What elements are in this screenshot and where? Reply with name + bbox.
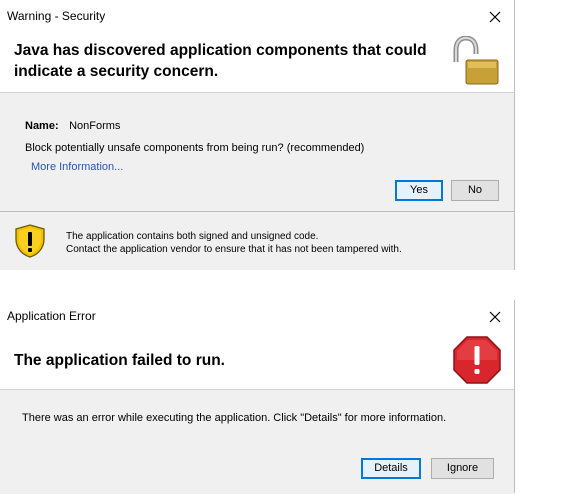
security-dialog-titlebar[interactable]: Warning - Security bbox=[0, 0, 514, 34]
name-row: Name: NonForms bbox=[25, 116, 120, 134]
close-icon[interactable] bbox=[484, 6, 506, 28]
more-information-link[interactable]: More Information... bbox=[31, 161, 123, 173]
details-button[interactable]: Details bbox=[361, 458, 421, 479]
security-warning-dialog: Warning - Security Java has discovered a… bbox=[0, 0, 515, 270]
error-dialog-header: The application failed to run. bbox=[0, 334, 514, 389]
error-dialog-title: Application Error bbox=[7, 309, 96, 323]
open-padlock-icon bbox=[448, 35, 502, 91]
security-dialog-footer: The application contains both signed and… bbox=[0, 211, 514, 270]
name-label: Name: bbox=[25, 120, 59, 132]
footer-line2: Contact the application vendor to ensure… bbox=[66, 244, 402, 255]
warning-shield-icon bbox=[14, 224, 46, 263]
error-headline: The application failed to run. bbox=[14, 352, 225, 369]
ignore-button[interactable]: Ignore bbox=[431, 458, 494, 479]
error-message: There was an error while executing the a… bbox=[22, 412, 447, 424]
no-button[interactable]: No bbox=[451, 180, 499, 201]
security-headline: Java has discovered application componen… bbox=[14, 40, 427, 82]
close-icon[interactable] bbox=[484, 306, 506, 328]
security-dialog-title: Warning - Security bbox=[7, 9, 106, 23]
yes-button[interactable]: Yes bbox=[395, 180, 443, 201]
footer-line1: The application contains both signed and… bbox=[66, 231, 319, 242]
error-dialog-body: There was an error while executing the a… bbox=[0, 389, 514, 494]
security-headline-line2: indicate a security concern. bbox=[14, 63, 219, 80]
application-error-dialog: Application Error The application failed… bbox=[0, 300, 515, 494]
security-dialog-header: Java has discovered application componen… bbox=[0, 34, 514, 92]
block-question: Block potentially unsafe components from… bbox=[25, 142, 365, 154]
error-stop-icon bbox=[452, 335, 502, 390]
security-headline-line1: Java has discovered application componen… bbox=[14, 42, 427, 59]
error-dialog-titlebar[interactable]: Application Error bbox=[0, 300, 514, 334]
footer-message: The application contains both signed and… bbox=[66, 230, 402, 256]
name-value: NonForms bbox=[69, 120, 121, 132]
security-dialog-body: Name: NonForms Block potentially unsafe … bbox=[0, 92, 514, 212]
